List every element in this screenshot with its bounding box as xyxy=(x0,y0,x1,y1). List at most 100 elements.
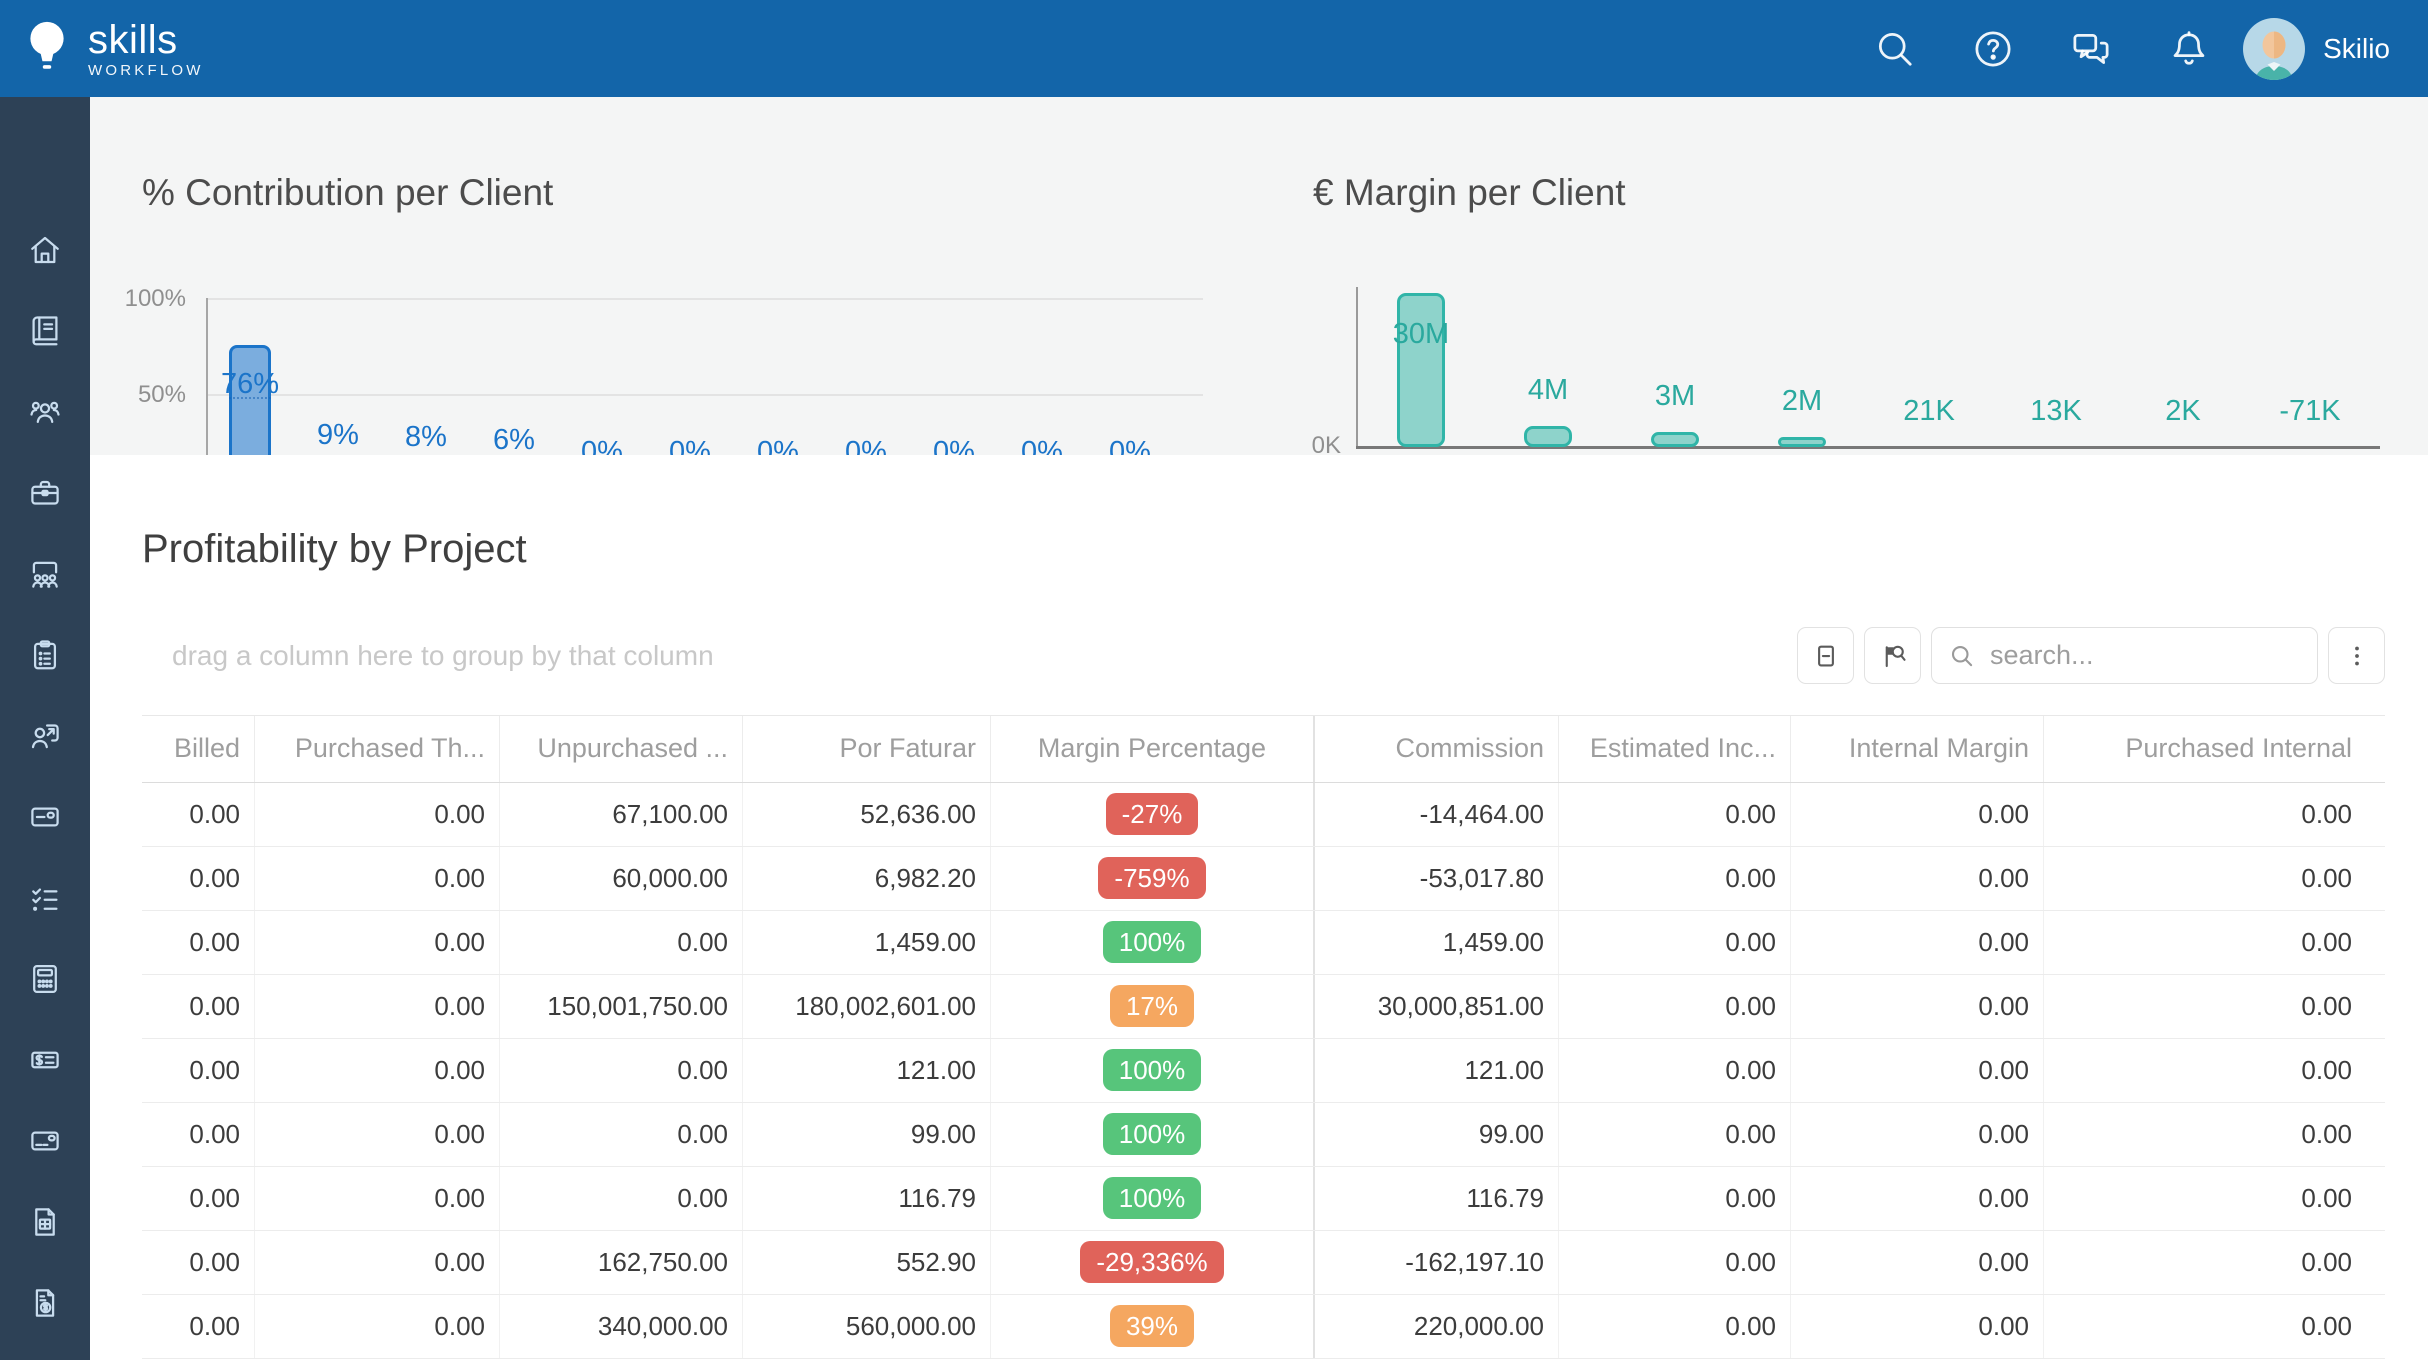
margin-percentage-cell: 100% xyxy=(991,911,1315,974)
sidebar-item-home[interactable] xyxy=(27,232,63,268)
search-button[interactable] xyxy=(1873,27,1917,71)
table-row[interactable]: 0.000.000.0099.00100%99.000.000.000.00 xyxy=(142,1103,2385,1167)
table-cell: 0.00 xyxy=(255,847,500,910)
collapse-all-button[interactable] xyxy=(1797,627,1854,684)
table-cell: 0.00 xyxy=(1559,1231,1791,1294)
app-logo[interactable]: skills WORKFLOW xyxy=(26,19,204,79)
profitability-table: BilledPurchased Th...Unpurchased ...Por … xyxy=(142,715,2385,1359)
sidebar-item-tasks[interactable] xyxy=(27,637,63,673)
brand-subtitle: WORKFLOW xyxy=(88,63,204,78)
table-row[interactable]: 0.000.00340,000.00560,000.0039%220,000.0… xyxy=(142,1295,2385,1359)
user-name[interactable]: Skilio xyxy=(2323,33,2390,65)
sidebar-item-approvals[interactable] xyxy=(27,880,63,916)
table-cell: 0.00 xyxy=(142,1231,255,1294)
invoices-icon xyxy=(27,1285,63,1321)
table-row[interactable]: 0.000.00150,001,750.00180,002,601.0017%3… xyxy=(142,975,2385,1039)
bar-value-label: 76% xyxy=(180,369,320,399)
meetings-icon xyxy=(27,556,63,592)
table-cell: 0.00 xyxy=(142,1039,255,1102)
table-cell: 0.00 xyxy=(500,1039,743,1102)
column-header-5[interactable]: Margin Percentage xyxy=(991,716,1315,782)
table-cell: 0.00 xyxy=(255,975,500,1038)
sidebar-item-expenses[interactable] xyxy=(27,1123,63,1159)
table-cell: 0.00 xyxy=(142,1295,255,1358)
table-cell: -53,017.80 xyxy=(1315,847,1559,910)
table-cell: 116.79 xyxy=(1315,1167,1559,1230)
sidebar-item-estimates[interactable] xyxy=(27,961,63,997)
table-row[interactable]: 0.000.0067,100.0052,636.00-27%-14,464.00… xyxy=(142,783,2385,847)
margin-bar[interactable] xyxy=(1651,432,1699,447)
table-row[interactable]: 0.000.000.00121.00100%121.000.000.000.00 xyxy=(142,1039,2385,1103)
tasks-icon xyxy=(27,637,63,673)
sidebar-item-journal[interactable] xyxy=(27,313,63,349)
column-header-4[interactable]: Por Faturar xyxy=(743,716,991,782)
timesheets-icon xyxy=(27,799,63,835)
table-cell: 1,459.00 xyxy=(743,911,991,974)
table-row[interactable]: 0.000.000.00116.79100%116.790.000.000.00 xyxy=(142,1167,2385,1231)
margin-bar[interactable] xyxy=(1778,437,1826,447)
grid-search[interactable] xyxy=(1931,627,2318,684)
table-cell: 0.00 xyxy=(255,1231,500,1294)
table-cell: 0.00 xyxy=(255,1295,500,1358)
column-header-6[interactable]: Commission xyxy=(1315,716,1559,782)
column-chooser-button[interactable] xyxy=(1864,627,1921,684)
margin-badge: -29,336% xyxy=(1080,1241,1223,1283)
margin-badge: 100% xyxy=(1103,1113,1202,1155)
clients-icon xyxy=(27,394,63,430)
sidebar-item-clients[interactable] xyxy=(27,394,63,430)
sidebar-item-meetings[interactable] xyxy=(27,556,63,592)
column-header-8[interactable]: Internal Margin xyxy=(1791,716,2044,782)
table-row[interactable]: 0.000.000.001,459.00100%1,459.000.000.00… xyxy=(142,911,2385,975)
bar-value-label: 2K xyxy=(2113,396,2253,426)
table-cell: 0.00 xyxy=(2044,1167,2385,1230)
grid-search-input[interactable] xyxy=(1988,639,2292,672)
contribution-bar[interactable] xyxy=(229,345,271,455)
column-header-2[interactable]: Purchased Th... xyxy=(255,716,500,782)
sidebar-item-reports[interactable] xyxy=(27,1204,63,1240)
table-cell: 340,000.00 xyxy=(500,1295,743,1358)
sidebar-item-jobs[interactable] xyxy=(27,475,63,511)
y-tick-100: 100% xyxy=(100,286,186,312)
table-cell: 0.00 xyxy=(1559,1039,1791,1102)
grid-toolbar: drag a column here to group by that colu… xyxy=(142,627,2385,684)
table-row[interactable]: 0.000.0060,000.006,982.20-759%-53,017.80… xyxy=(142,847,2385,911)
column-header-9[interactable]: Purchased Internal xyxy=(2044,716,2385,782)
table-cell: 0.00 xyxy=(142,847,255,910)
table-cell: 0.00 xyxy=(2044,911,2385,974)
bar-value-label: 21K xyxy=(1859,396,1999,426)
help-button[interactable] xyxy=(1971,27,2015,71)
table-cell: 30,000,851.00 xyxy=(1315,975,1559,1038)
profitability-panel: Profitability by Project drag a column h… xyxy=(90,455,2428,1360)
table-cell: 552.90 xyxy=(743,1231,991,1294)
jobs-icon xyxy=(27,475,63,511)
table-cell: 0.00 xyxy=(1559,1103,1791,1166)
group-by-drop-zone[interactable]: drag a column here to group by that colu… xyxy=(172,640,714,672)
more-options-button[interactable] xyxy=(2328,627,2385,684)
table-cell: 121.00 xyxy=(743,1039,991,1102)
charts-section: % Contribution per Client € Margin per C… xyxy=(90,97,2428,455)
bar-value-label: 4M xyxy=(1478,375,1618,405)
table-cell: 0.00 xyxy=(1791,975,2044,1038)
table-row[interactable]: 0.000.00162,750.00552.90-29,336%-162,197… xyxy=(142,1231,2385,1295)
margin-bar[interactable] xyxy=(1524,426,1572,447)
column-header-1[interactable]: Billed xyxy=(142,716,255,782)
reports-icon xyxy=(27,1204,63,1240)
sidebar-item-invoices[interactable] xyxy=(27,1285,63,1321)
table-cell: -162,197.10 xyxy=(1315,1231,1559,1294)
sidebar-item-purchases[interactable] xyxy=(27,1042,63,1078)
margin-bar[interactable] xyxy=(1397,293,1445,447)
column-header-3[interactable]: Unpurchased ... xyxy=(500,716,743,782)
table-header-row: BilledPurchased Th...Unpurchased ...Por … xyxy=(142,716,2385,783)
table-cell: 0.00 xyxy=(1791,783,2044,846)
column-header-7[interactable]: Estimated Inc... xyxy=(1559,716,1791,782)
table-cell: 0.00 xyxy=(142,783,255,846)
table-cell: 0.00 xyxy=(142,1167,255,1230)
sidebar-item-crm[interactable] xyxy=(27,718,63,754)
x-axis-line xyxy=(1356,446,2380,449)
messages-button[interactable] xyxy=(2069,27,2113,71)
avatar-image xyxy=(2243,18,2305,80)
margin-percentage-cell: 100% xyxy=(991,1167,1315,1230)
user-avatar[interactable] xyxy=(2243,18,2305,80)
sidebar-item-timesheets[interactable] xyxy=(27,799,63,835)
notifications-button[interactable] xyxy=(2167,27,2211,71)
